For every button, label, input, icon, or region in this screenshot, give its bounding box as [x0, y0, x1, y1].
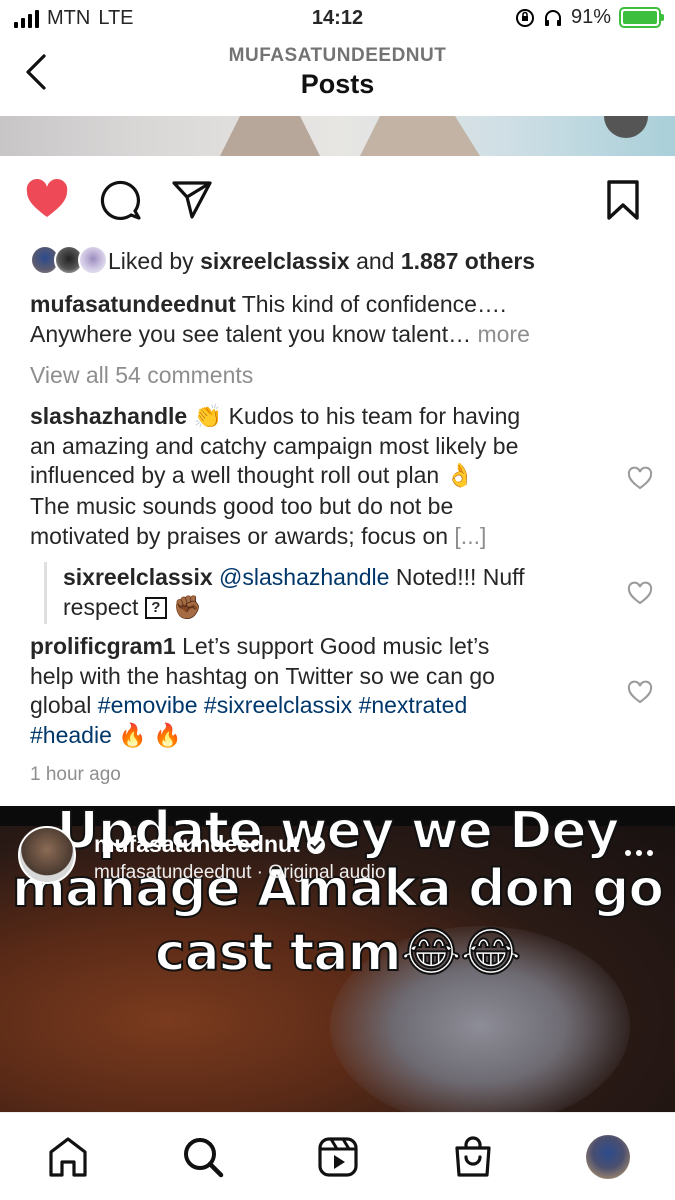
comment-text: influenced by a well thought roll out pl…: [30, 462, 446, 488]
caption-line-1: This kind of confidence….: [235, 291, 507, 317]
likes-prefix: Liked by: [108, 247, 201, 274]
comment-username[interactable]: slashazhandle: [30, 403, 187, 429]
comment-text: respect: [63, 593, 145, 620]
liker-avatars: [30, 245, 108, 277]
caption-line-2: Anywhere you see talent you know talent…: [30, 320, 478, 347]
fire-emoji: 🔥 🔥: [111, 721, 182, 748]
view-all-comments-link[interactable]: View all 54 comments: [30, 361, 650, 391]
caption-username[interactable]: mufasatundeednut: [30, 291, 236, 317]
comment-text: help with the hashtag on Twitter so we c…: [30, 662, 495, 689]
caption-more-link[interactable]: more: [477, 321, 529, 347]
post-actions: [0, 176, 675, 222]
comment-mention[interactable]: @slashazhandle: [213, 564, 389, 590]
more-icon[interactable]: [625, 850, 653, 856]
reply-thread-line: [44, 562, 47, 624]
comment-username[interactable]: prolificgram1: [30, 633, 176, 659]
bookmark-icon[interactable]: [601, 178, 645, 222]
hashtag-link[interactable]: #emovibe: [98, 692, 198, 718]
reel-caption-line: cast tam😂😂: [154, 923, 522, 983]
headphones-icon: [544, 9, 561, 26]
shop-icon[interactable]: [451, 1135, 495, 1179]
comment-expand-link[interactable]: [...]: [454, 523, 486, 549]
fist-emoji: ✊🏾: [166, 593, 202, 620]
comment-text: The music sounds good too but do not be: [30, 493, 454, 519]
battery-icon: [619, 7, 664, 28]
heart-filled-icon[interactable]: [25, 178, 69, 222]
hashtag-link[interactable]: #headie: [30, 722, 112, 748]
heart-outline-icon[interactable]: [627, 680, 653, 704]
profile-username: MUFASATUNDEEDNUT: [228, 45, 447, 66]
search-icon[interactable]: [181, 1135, 225, 1179]
likes-middle: and: [349, 247, 401, 274]
comment: prolificgram1 Let’s support Good music l…: [30, 632, 650, 750]
comment-text: motivated by praises or awards; focus on: [30, 522, 455, 549]
comment-reply: sixreelclassix @slashazhandle Noted!!! N…: [63, 563, 623, 622]
comment-text: Kudos to his team for having: [228, 403, 521, 429]
comment-text: Let’s support Good music let’s: [175, 633, 490, 659]
post-caption: mufasatundeednut This kind of confidence…: [30, 290, 650, 349]
clap-emoji: 👏: [187, 403, 229, 429]
nav-header: MUFASATUNDEEDNUT Posts: [0, 40, 675, 116]
likes-text: Liked by sixreelclassix and 1.887 others: [108, 248, 535, 275]
likes-user[interactable]: sixreelclassix: [200, 248, 350, 274]
heart-outline-icon[interactable]: [627, 581, 653, 605]
home-icon[interactable]: [46, 1135, 90, 1179]
avatar: [78, 245, 108, 275]
post-image-graphic: [220, 116, 648, 156]
page-title: Posts: [300, 69, 375, 99]
comment: slashazhandle 👏 Kudos to his team for ha…: [30, 402, 650, 551]
profile-icon[interactable]: [586, 1135, 630, 1179]
comment-username[interactable]: sixreelclassix: [63, 564, 213, 590]
battery-percent: 91%: [570, 6, 611, 28]
comment-text: an amazing and catchy campaign most like…: [30, 432, 519, 459]
status-bar: MTN LTE 14:12 91%: [0, 0, 675, 40]
orientation-lock-icon: [515, 8, 534, 27]
likes-others[interactable]: 1.887 others: [401, 248, 535, 274]
hashtag-link[interactable]: #sixreelclassix: [204, 692, 352, 718]
post-timestamp: 1 hour ago: [30, 764, 121, 785]
reel-username-row[interactable]: mufasatundeednut: [94, 831, 326, 858]
reel-audio-label[interactable]: mufasatundeednut · Original audio: [94, 862, 386, 884]
bottom-tab-bar: [0, 1112, 675, 1200]
reels-icon[interactable]: [316, 1135, 360, 1179]
reel-username[interactable]: mufasatundeednut: [94, 831, 300, 858]
heart-outline-icon[interactable]: [627, 466, 653, 490]
verified-icon: [306, 835, 325, 854]
ok-hand-emoji: 👌: [445, 462, 475, 488]
status-right: 91%: [515, 6, 664, 29]
comment-text: Noted!!! Nuff: [389, 564, 525, 590]
likes-row[interactable]: Liked by sixreelclassix and 1.887 others: [30, 244, 535, 278]
hashtag-link[interactable]: #nextrated: [359, 692, 468, 718]
unknown-glyph-box: ?: [144, 597, 167, 620]
avatar[interactable]: [18, 826, 76, 884]
comment-text: global: [30, 692, 98, 718]
share-icon[interactable]: [170, 178, 214, 222]
post-image[interactable]: [0, 116, 675, 156]
comment-icon[interactable]: [99, 178, 143, 222]
